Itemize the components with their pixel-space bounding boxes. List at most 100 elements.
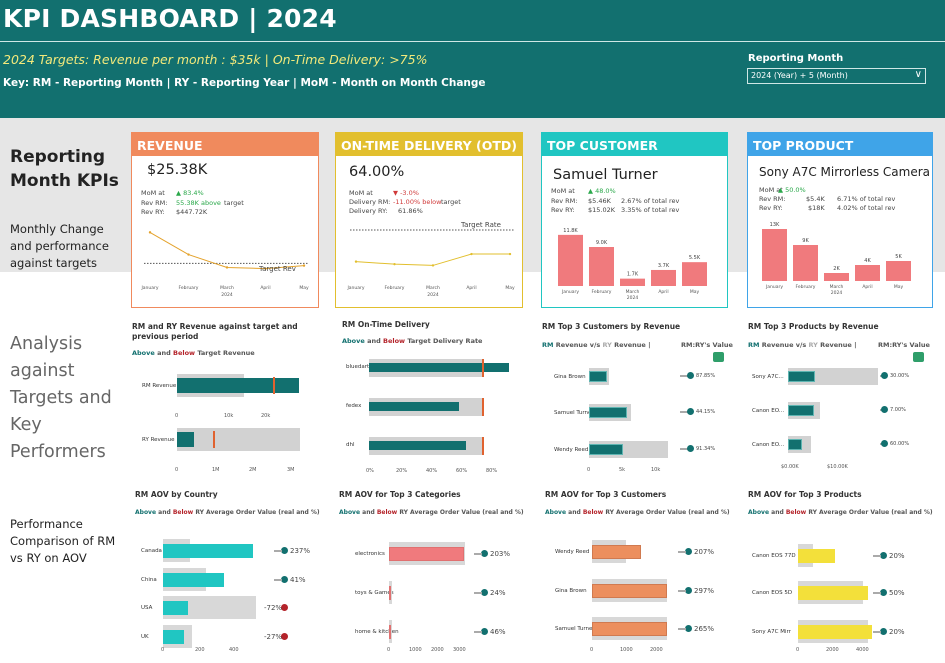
legend-below: Below <box>785 509 807 516</box>
ratio-dot <box>881 372 888 379</box>
legend-below: Below <box>376 509 398 516</box>
bar-value-label: 1.7K <box>627 272 639 278</box>
product-rev-rm-label: Rev RM: <box>759 195 786 203</box>
aov-ruler <box>678 551 686 553</box>
bar-value-label: 2K <box>833 266 840 272</box>
year-tick: 2024 <box>427 292 439 298</box>
ratio-value: 91.34% <box>696 446 716 452</box>
table-view-icon[interactable] <box>713 352 724 362</box>
aov-ruler <box>274 579 282 581</box>
revenue-trend-chart: January February March April May 2024 <box>140 231 309 298</box>
row-label: USA <box>141 605 153 611</box>
row-label: Gina Brown <box>554 374 586 380</box>
delivery-bar <box>369 402 459 411</box>
customer-mom-label: MoM at <box>551 187 575 195</box>
aov-products-legend: Above and Below RY Average Order Value (… <box>748 509 933 516</box>
aov-change-value: -27% <box>264 633 283 641</box>
otd-delivery-ry-value: 61.86% <box>398 207 423 215</box>
ratio-dot <box>687 372 694 379</box>
axis-tick: 40% <box>426 468 438 474</box>
revenue-target-label: Target Rev <box>259 265 296 273</box>
trend-point <box>148 231 152 234</box>
trend-line <box>149 231 305 270</box>
legend-and: and <box>568 509 581 516</box>
axis-tick: $0.00K <box>781 464 799 470</box>
aov-change-dot <box>481 628 488 635</box>
ratio-dot <box>687 445 694 452</box>
legend-below: Below <box>383 337 406 345</box>
month-tick: April <box>658 289 668 295</box>
axis-tick: 2000 <box>431 647 444 653</box>
otd-delivery-rm-value: -11.00% below <box>393 198 442 206</box>
aov-ruler <box>474 592 482 594</box>
aov-change-dot <box>685 548 692 555</box>
target-marker <box>482 398 484 416</box>
section-analysis: Analysis against Targets and Key Perform… <box>10 334 112 462</box>
customer-rev-rm-label: Rev RM: <box>551 197 578 205</box>
month-tick: February <box>592 289 612 295</box>
aov-change-dot <box>880 628 887 635</box>
revenue-rev-rm-note: above <box>201 199 221 207</box>
target-marker <box>213 431 215 448</box>
customer-rev-ry-label: Rev RY: <box>551 206 575 214</box>
month-tick: February <box>179 285 199 291</box>
axis-tick: 2M <box>249 467 257 473</box>
otd-mom-label: MoM at <box>349 189 373 197</box>
rm-revenue-bar <box>589 371 607 382</box>
axis-tick: $10.00K <box>827 464 848 470</box>
rm-aov-bar <box>389 625 391 639</box>
aov-change-value: 207% <box>694 548 715 556</box>
delivery-bar <box>369 441 466 450</box>
month-tick: January <box>346 285 364 291</box>
top-customer-name: Samuel Turner <box>553 167 658 183</box>
revenue-value: $25.38K <box>147 162 208 178</box>
revenue-rev-ry-value: $447.72K <box>176 208 208 216</box>
axis-tick: 10k <box>224 413 234 419</box>
month-tick: April <box>260 285 270 291</box>
legend-and: and <box>362 509 375 516</box>
year-tick: 2024 <box>221 292 233 298</box>
ratio-value: 60.00% <box>890 441 910 447</box>
month-tick: January <box>765 284 783 290</box>
month-bar <box>886 261 911 281</box>
product-rev-ry-label: Rev RY: <box>759 204 783 212</box>
legend-and: and <box>771 509 784 516</box>
aov-change-value: 20% <box>889 552 905 560</box>
aov-ruler <box>873 555 881 557</box>
axis-tick: 400 <box>229 647 239 653</box>
aov-ruler <box>474 631 482 633</box>
row-label: electronics <box>355 551 385 557</box>
month-bar <box>824 273 849 281</box>
trend-point <box>225 266 229 269</box>
chevron-down-icon[interactable]: ∨ <box>915 69 922 80</box>
aov-change-value: 41% <box>290 576 306 584</box>
reporting-month-dropdown[interactable]: 2024 (Year) + 5 (Month) ∨ <box>747 68 926 84</box>
section-reporting-month-kpis: Reporting Month KPIs <box>10 147 119 191</box>
axis-tick: 3M <box>287 467 295 473</box>
top-customers-legend: RM Revenue v/s RY Revenue | <box>542 341 650 349</box>
otd-mom-value: ▼ -3.0% <box>393 189 419 197</box>
legend-above: Above <box>342 337 365 345</box>
ry-background-bar <box>177 428 300 451</box>
rm-aov-bar <box>592 584 667 598</box>
bar-value-label: 9.0K <box>596 240 608 246</box>
rm-revenue-bar <box>177 378 299 393</box>
axis-tick: 5k <box>619 467 626 473</box>
rm-revenue-bar <box>589 444 623 455</box>
customer-mom-value: ▲ 48.0% <box>588 187 616 195</box>
ratio-dot <box>881 440 888 447</box>
axis-tick: 3000 <box>453 647 466 653</box>
otd-trend-chart: January February March April May 2024 <box>346 229 515 298</box>
revenue-rev-ry-label: Rev RY: <box>141 208 165 216</box>
target-marker <box>482 437 484 455</box>
legend-ry: RY <box>602 341 612 349</box>
aov-customers-legend: Above and Below RY Average Order Value (… <box>545 509 730 516</box>
rm-revenue-bar <box>177 432 194 447</box>
axis-tick: 60% <box>456 468 468 474</box>
table-view-icon[interactable] <box>913 352 924 362</box>
month-tick: February <box>796 284 816 290</box>
legend-below: Below <box>173 349 196 357</box>
top-customers-panel-title: RM Top 3 Customers by Revenue <box>542 322 681 331</box>
axis-tick: 2000 <box>826 647 839 653</box>
aov-ruler <box>678 628 686 630</box>
